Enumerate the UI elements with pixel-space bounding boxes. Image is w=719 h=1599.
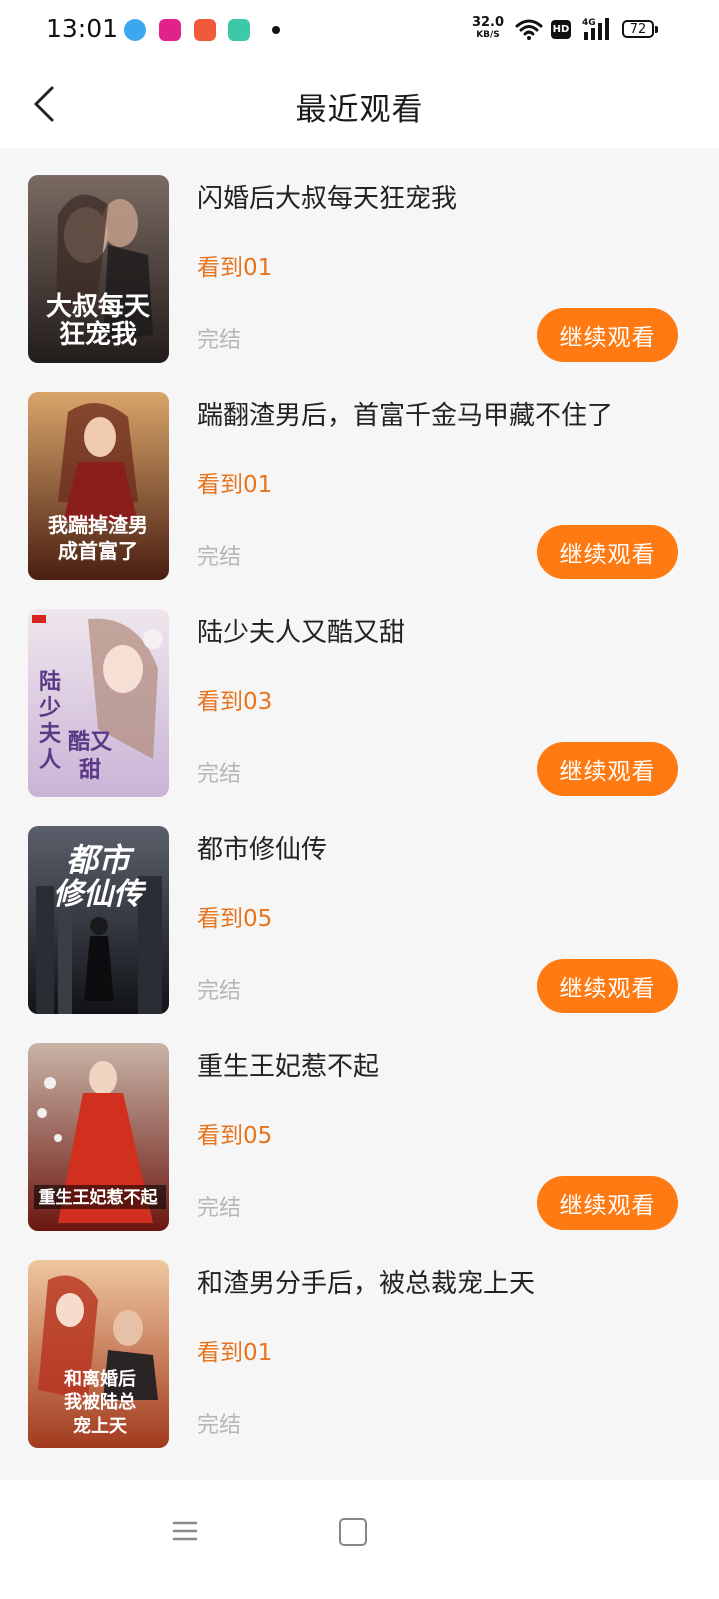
menu-icon[interactable] (170, 1516, 200, 1546)
book-cover[interactable]: 大叔每天 狂宠我 (28, 175, 169, 363)
svg-text:大叔每天: 大叔每天 (46, 291, 150, 322)
book-cover[interactable]: 我踹掉渣男 成首富了 (28, 392, 169, 580)
book-cover[interactable]: 和离婚后 我被陆总 宠上天 (28, 1260, 169, 1448)
completion-status: 完结 (197, 1413, 242, 1438)
wifi-icon (515, 18, 543, 44)
watch-progress: 看到05 (197, 1123, 273, 1149)
network-speed-unit: KB/S (476, 30, 500, 40)
list-item[interactable]: 大叔每天 狂宠我 闪婚后大叔每天狂宠我 看到01 完结 继续观看 (0, 150, 719, 367)
svg-text:酷又: 酷又 (68, 729, 113, 755)
watch-progress: 看到01 (197, 1340, 273, 1366)
more-notifications-dot (272, 26, 280, 34)
battery-icon: 72 (622, 20, 658, 38)
watch-progress: 看到03 (197, 689, 273, 715)
svg-text:人: 人 (39, 747, 61, 773)
list-item[interactable]: 都市 修仙传 都市修仙传 看到05 完结 继续观看 (0, 801, 719, 1018)
continue-watching-button[interactable]: 继续观看 (537, 959, 678, 1013)
continue-watching-button[interactable]: 继续观看 (537, 525, 678, 579)
book-title: 都市修仙传 (197, 835, 328, 865)
network-speed: 32.0 KB/S (471, 16, 505, 42)
svg-text:狂宠我: 狂宠我 (59, 319, 137, 350)
header: 最近观看 (0, 62, 719, 148)
list-item[interactable]: 我踹掉渣男 成首富了 踹翻渣男后，首富千金马甲藏不住了 看到01 完结 继续观看 (0, 367, 719, 584)
watch-progress: 看到01 (197, 255, 273, 281)
book-title: 踹翻渣男后，首富千金马甲藏不住了 (197, 401, 614, 431)
completion-status: 完结 (197, 1196, 242, 1221)
svg-text:都市: 都市 (66, 841, 135, 879)
game-notification-icon (194, 19, 216, 41)
system-navigation-bar (0, 1480, 719, 1599)
completion-status: 完结 (197, 762, 242, 787)
book-cover[interactable]: 都市 修仙传 (28, 826, 169, 1014)
app-notification-icon (228, 19, 250, 41)
svg-text:宠上天: 宠上天 (73, 1415, 128, 1437)
status-time: 13:01 (46, 14, 119, 43)
page-title: 最近观看 (295, 92, 424, 128)
continue-watching-button[interactable]: 继续观看 (537, 308, 678, 362)
recent-watch-list[interactable]: 大叔每天 狂宠我 闪婚后大叔每天狂宠我 看到01 完结 继续观看 我踹掉渣男 成… (0, 150, 719, 1480)
completion-status: 完结 (197, 328, 242, 353)
home-icon[interactable] (339, 1518, 367, 1546)
svg-text:我被陆总: 我被陆总 (64, 1391, 136, 1413)
svg-text:和离婚后: 和离婚后 (64, 1368, 136, 1390)
continue-watching-button[interactable]: 继续观看 (537, 742, 678, 796)
book-title: 和渣男分手后，被总裁宠上天 (197, 1269, 536, 1299)
signal-icon: 4G (582, 16, 612, 46)
svg-text:陆: 陆 (39, 669, 61, 695)
list-item[interactable]: 和离婚后 我被陆总 宠上天 和渣男分手后，被总裁宠上天 看到01 完结 (0, 1235, 719, 1452)
status-bar: 13:01 32.0 KB/S HD 4G 72 (0, 0, 719, 62)
app-notification-icon (124, 19, 146, 41)
svg-text:夫: 夫 (39, 721, 62, 747)
book-title: 陆少夫人又酷又甜 (197, 618, 406, 648)
app-notification-icon (159, 19, 181, 41)
watch-progress: 看到05 (197, 906, 273, 932)
svg-text:4G: 4G (582, 18, 596, 28)
book-title: 闪婚后大叔每天狂宠我 (197, 184, 458, 214)
completion-status: 完结 (197, 545, 242, 570)
svg-text:修仙传: 修仙传 (53, 877, 147, 912)
list-item[interactable]: 重生王妃惹不起 重生王妃惹不起 看到05 完结 继续观看 (0, 1018, 719, 1235)
completion-status: 完结 (197, 979, 242, 1004)
svg-text:少: 少 (38, 695, 61, 721)
continue-watching-button[interactable]: 继续观看 (537, 1176, 678, 1230)
hd-icon: HD (551, 20, 571, 39)
svg-text:重生王妃惹不起: 重生王妃惹不起 (39, 1187, 159, 1208)
book-title: 重生王妃惹不起 (197, 1052, 380, 1082)
watch-progress: 看到01 (197, 472, 273, 498)
svg-text:我踹掉渣男: 我踹掉渣男 (48, 513, 148, 537)
svg-text:甜: 甜 (79, 757, 101, 783)
list-item[interactable]: 陆 少 夫 人 酷又 甜 陆少夫人又酷又甜 看到03 完结 继续观看 (0, 584, 719, 801)
network-speed-value: 32.0 (471, 15, 505, 30)
book-cover[interactable]: 陆 少 夫 人 酷又 甜 (28, 609, 169, 797)
svg-text:成首富了: 成首富了 (58, 539, 138, 563)
book-cover[interactable]: 重生王妃惹不起 (28, 1043, 169, 1231)
